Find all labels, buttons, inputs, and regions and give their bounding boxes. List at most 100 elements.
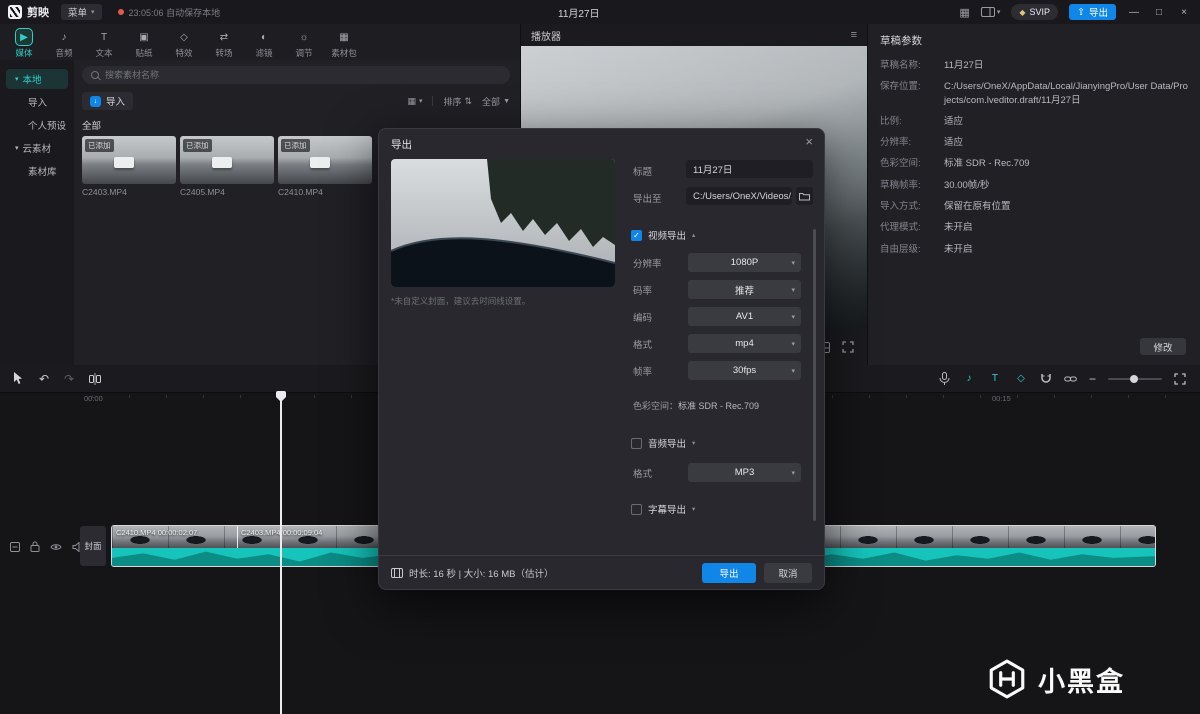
modify-button[interactable]: 修改 <box>1140 338 1186 355</box>
audio-export-toggle[interactable]: 音频导出 ▾ <box>631 436 695 450</box>
panel-layout-icon[interactable]: ▾ <box>980 7 1000 17</box>
tab-material-pack[interactable]: ▦ 素材包 <box>324 26 364 59</box>
folder-icon <box>799 192 810 200</box>
app-root: { "colors": { "accent_blue": "#1086e8", … <box>0 0 1200 714</box>
watermark-text: 小黑盒 <box>1038 666 1125 697</box>
audio-icon: ♪ <box>61 31 67 43</box>
collapse-icon[interactable]: ▴ <box>692 231 695 239</box>
zoom-slider[interactable] <box>1108 374 1162 383</box>
export-cover-preview <box>391 159 615 287</box>
tab-label: 转场 <box>215 48 233 58</box>
tab-audio[interactable]: ♪ 音频 <box>44 26 84 59</box>
checkbox-checked-icon[interactable]: ✓ <box>631 229 642 241</box>
hide-track-button[interactable] <box>50 543 62 551</box>
link-toggle-button[interactable] <box>1064 373 1077 385</box>
collapse-icon[interactable]: ▾ <box>692 439 695 447</box>
fit-timeline-button[interactable] <box>1174 372 1186 385</box>
import-button[interactable]: ↓ 导入 <box>82 92 134 110</box>
tab-text[interactable]: T 文本 <box>84 26 124 59</box>
sidebar-item-presets[interactable]: 个人预设 <box>6 115 68 135</box>
tab-adjust[interactable]: ☼ 调节 <box>284 26 324 59</box>
dialog-close-icon[interactable]: × <box>805 134 813 149</box>
sidebar-item-import[interactable]: 导入 <box>6 92 68 112</box>
media-thumbnail[interactable]: 已添加 <box>180 136 274 184</box>
undo-button[interactable]: ↶ <box>39 373 49 385</box>
topbar-right: ▦ ▾ ◆ SVIP ⇧ 导出 — □ × <box>959 4 1191 20</box>
subtitle-export-toggle[interactable]: 字幕导出 ▾ <box>631 502 695 516</box>
track-options-button[interactable] <box>10 541 20 552</box>
codec-select[interactable]: AV1 ▾ <box>688 307 801 326</box>
media-actions-row: ↓ 导入 ▦ ▾ 排序 ⇅ 全部 ▼ <box>82 92 510 110</box>
resolution-select[interactable]: 1080P ▾ <box>688 253 801 272</box>
player-menu-icon[interactable]: ≡ <box>851 29 857 41</box>
search-input[interactable] <box>105 70 501 80</box>
added-badge: 已添加 <box>183 139 212 152</box>
view-mode-toggle[interactable]: ▦ ▾ <box>407 96 422 107</box>
chevron-down-icon: ▾ <box>15 76 19 83</box>
media-filename: C2405.MP4 <box>180 187 225 197</box>
tab-transition[interactable]: ⇄ 转场 <box>204 26 244 59</box>
zoom-out-button[interactable]: − <box>1089 373 1096 385</box>
chevron-down-icon: ▾ <box>15 145 19 152</box>
audio-format-select[interactable]: MP3 ▾ <box>688 463 801 482</box>
maximize-button[interactable]: □ <box>1152 7 1166 18</box>
tab-label: 滤镜 <box>255 48 273 58</box>
sidebar-item-label: 本地 <box>22 75 42 86</box>
sidebar-item-label: 导入 <box>28 98 48 109</box>
snap-toggle-button[interactable] <box>1040 373 1052 385</box>
select-tool-button[interactable] <box>12 372 24 385</box>
confirm-export-button[interactable]: 导出 <box>702 562 756 583</box>
text-track-button[interactable]: T <box>988 372 1002 386</box>
bitrate-select[interactable]: 推荐 ▾ <box>688 280 801 299</box>
sidebar-item-library[interactable]: 素材库 <box>6 161 68 181</box>
tab-effects[interactable]: ◇ 特效 <box>164 26 204 59</box>
filter-control[interactable]: 全部 ▼ <box>482 95 510 108</box>
effect-track-button[interactable]: ◇ <box>1014 372 1028 386</box>
sort-control[interactable]: 排序 ⇅ <box>443 95 472 108</box>
grid-view-icon[interactable]: ▦ <box>959 6 969 19</box>
minimize-button[interactable]: — <box>1127 7 1141 18</box>
media-filename: C2403.MP4 <box>82 187 127 197</box>
fps-select[interactable]: 30fps ▾ <box>688 361 801 380</box>
collapse-icon[interactable]: ▾ <box>692 505 695 513</box>
video-export-toggle[interactable]: ✓ 视频导出 ▴ <box>631 228 695 242</box>
sidebar-item-local[interactable]: ▾ 本地 <box>6 69 68 89</box>
close-button[interactable]: × <box>1177 7 1191 18</box>
zoom-slider-handle[interactable] <box>1130 374 1138 383</box>
export-dialog: 导出 × *未自定义封面，建议去时间线设置。 标题 11月27日 导出至 C:/… <box>378 128 825 590</box>
fullscreen-icon <box>842 341 854 353</box>
browse-folder-button[interactable] <box>796 187 813 205</box>
search-bar[interactable] <box>82 66 510 84</box>
redo-button[interactable]: ↷ <box>64 373 74 385</box>
tab-filter[interactable]: ◐ 滤镜 <box>244 26 284 59</box>
autosave-text: 23:05:06 自动保存本地 <box>128 7 221 18</box>
split-button[interactable] <box>89 372 102 385</box>
title-input[interactable]: 11月27日 <box>686 160 813 178</box>
media-thumbnail[interactable]: 已添加 <box>278 136 372 184</box>
export-button[interactable]: ⇧ 导出 <box>1069 4 1116 20</box>
lock-track-button[interactable] <box>30 541 40 552</box>
cancel-button[interactable]: 取消 <box>764 562 812 583</box>
media-thumbnail[interactable]: 已添加 <box>82 136 176 184</box>
tab-sticker[interactable]: ▣ 贴纸 <box>124 26 164 59</box>
audio-track-button[interactable]: ♪ <box>962 372 976 386</box>
tab-media[interactable]: ▶ 媒体 <box>4 26 44 59</box>
draft-field-row: 分辨率: 适应 <box>880 136 1188 149</box>
dialog-scrollbar[interactable] <box>813 229 816 521</box>
app-name: 剪映 <box>27 7 49 19</box>
menu-button[interactable]: 菜单 ▾ <box>61 4 102 20</box>
checkbox-unchecked-icon[interactable] <box>631 503 642 515</box>
checkbox-unchecked-icon[interactable] <box>631 437 642 449</box>
grid-icon: ▦ <box>407 95 416 106</box>
playhead[interactable] <box>276 391 286 714</box>
export-path-input[interactable]: C:/Users/OneX/Videos/... <box>686 187 792 205</box>
cover-button[interactable]: 封面 <box>80 526 106 566</box>
field-label: 代理模式: <box>880 222 921 234</box>
sidebar-item-cloud[interactable]: ▾ 云素材 <box>6 138 68 158</box>
format-select[interactable]: mp4 ▾ <box>688 334 801 353</box>
field-value: 适应 <box>944 137 964 149</box>
fullscreen-button[interactable] <box>842 341 854 353</box>
svip-badge[interactable]: ◆ SVIP <box>1011 4 1059 20</box>
sticker-icon: ▣ <box>139 31 149 43</box>
record-voice-button[interactable] <box>939 372 950 385</box>
